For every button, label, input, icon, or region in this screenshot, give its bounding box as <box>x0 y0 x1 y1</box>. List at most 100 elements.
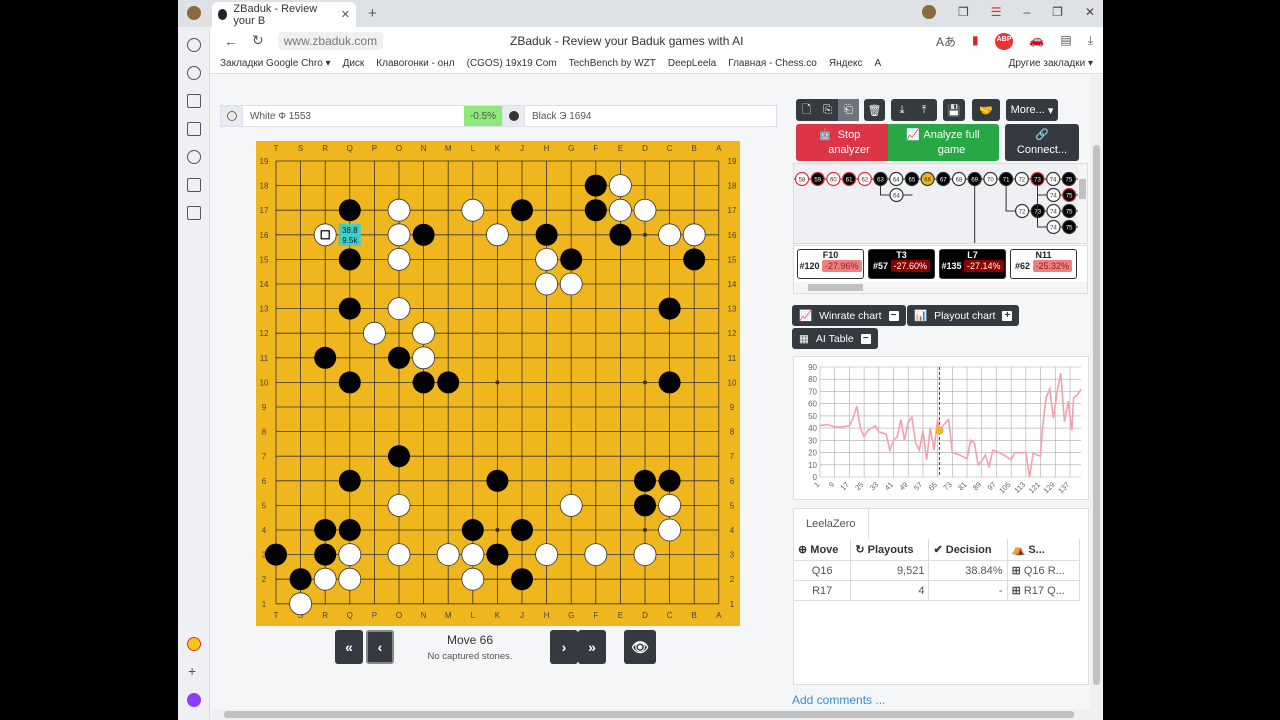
share-button[interactable]: 🤝 <box>972 99 1000 121</box>
download-icon[interactable]: ⤓ <box>1088 33 1093 50</box>
minimize-button[interactable]: – <box>1023 5 1030 19</box>
collections-icon[interactable]: ❐ <box>958 5 969 19</box>
black-player-name[interactable]: Black Э 1694 <box>525 111 776 122</box>
mistake-card[interactable]: T3 #57 -27.60% <box>868 249 935 279</box>
page-hscrollbar[interactable] <box>210 709 1090 720</box>
tab-zbaduk[interactable]: ZBaduk - Review your B ✕ <box>212 2 356 27</box>
tree-node-label: 59 <box>814 178 821 184</box>
last-move-button[interactable]: » <box>578 630 606 664</box>
add-comments-link[interactable]: Add comments ... <box>792 693 885 707</box>
close-tab-icon[interactable]: ✕ <box>341 8 350 21</box>
white-player-name[interactable]: White Ф 1553 <box>243 111 464 122</box>
reader-icon[interactable]: ▤ <box>1060 33 1071 50</box>
black-stone <box>338 248 361 271</box>
white-stone <box>559 493 583 517</box>
row-label: 8 <box>262 428 267 437</box>
profile-avatar[interactable] <box>187 6 201 20</box>
adblock-icon[interactable]: ABP <box>994 33 1014 50</box>
add-icon[interactable]: + <box>188 663 196 679</box>
mistake-loss: -27.96% <box>822 260 862 272</box>
prev-move-button[interactable]: ‹ <box>366 630 394 664</box>
upload-icon[interactable]: ⤒ <box>913 104 935 117</box>
bookmark-item[interactable]: Главная - Chess.co <box>728 58 817 69</box>
save-icon: 💾 <box>947 104 961 117</box>
account-icon[interactable] <box>921 5 936 19</box>
bookmark-item[interactable]: (CGOS) 19x19 Com <box>467 58 557 69</box>
save-button[interactable]: 💾 <box>943 99 965 121</box>
winrate-chart[interactable]: 0 10 20 30 40 50 60 70 80 90 1 9 17 25 33 41 49 57 65 73 81 8… <box>793 356 1089 500</box>
column-label: K <box>495 144 501 153</box>
next-move-button[interactable]: › <box>550 630 578 664</box>
col-decision[interactable]: ✔ Decision <box>928 539 1008 561</box>
play-icon[interactable] <box>187 150 201 164</box>
column-label: N <box>421 144 427 153</box>
mistakes-scrollbar[interactable] <box>794 282 1087 293</box>
col-playouts[interactable]: ↻ Playouts <box>850 539 930 561</box>
tree-node-label: 72 <box>1018 178 1025 184</box>
x-tick-label: 25 <box>853 480 865 492</box>
tab-leelazero[interactable]: LeelaZero <box>794 509 869 539</box>
screenshot-icon[interactable] <box>187 206 201 220</box>
bookmark-item[interactable]: DeepLeela <box>668 58 716 69</box>
row-label: 19 <box>728 157 737 166</box>
page-scrollbar[interactable] <box>1090 75 1103 720</box>
alice-icon[interactable] <box>187 637 201 651</box>
url-field[interactable]: www.zbaduk.com <box>277 31 384 50</box>
tab-bar: ZBaduk - Review your B ✕ + ❐ ☰ – ❐ ✕ <box>178 0 1103 27</box>
white-stone <box>387 543 411 567</box>
restore-button[interactable]: ❐ <box>1052 5 1063 19</box>
delete-button[interactable]: 🗑 <box>864 99 885 121</box>
column-label: L <box>471 611 476 620</box>
bookmark-item[interactable]: Клавогонки - онл <box>376 58 454 69</box>
col-sequence[interactable]: ⛺ S... <box>1007 539 1081 561</box>
connect-button[interactable]: 🔗 Connect... <box>1005 124 1079 161</box>
analyze-full-game-button[interactable]: 📈 Analyze full game <box>888 124 999 161</box>
assistant-icon[interactable] <box>187 693 201 707</box>
eye-toggle-button[interactable]: 👁 <box>624 630 656 664</box>
reload-icon[interactable]: ↻ <box>252 32 264 49</box>
game-tree[interactable]: 64 74 75 72 73 74 75 74 75 58 59 60 61 62 63 64 65 66 67 68… <box>793 163 1088 244</box>
new-tab-button[interactable]: + <box>368 5 377 22</box>
collections-icon[interactable] <box>187 122 201 136</box>
download-icon[interactable]: ⤓ <box>891 104 913 117</box>
star-icon[interactable] <box>187 94 201 108</box>
col-move[interactable]: ⊕ Move <box>794 539 852 561</box>
ai-table-button[interactable]: ▦ AI Table − <box>792 328 878 349</box>
extension-icon[interactable]: 🚗 <box>1029 33 1044 50</box>
more-button[interactable]: More... ▾ <box>1006 99 1058 121</box>
bookmark-item[interactable]: Закладки Google Chro ▾ <box>220 58 331 69</box>
mistake-number: #57 <box>872 261 888 271</box>
winrate-chart-button[interactable]: 📈 Winrate chart − <box>792 305 906 326</box>
table-row[interactable]: Q16 9,521 38.84% ⊞ Q16 R... <box>794 560 1081 581</box>
bookmark-item[interactable]: Яндекс <box>829 58 863 69</box>
mistake-card[interactable]: N11 #62 -25.32% <box>1010 249 1077 279</box>
bookmark-item[interactable]: A <box>875 58 882 69</box>
menu-icon[interactable]: ☰ <box>991 5 1002 19</box>
close-window-button[interactable]: ✕ <box>1085 5 1095 19</box>
new-file-icon[interactable]: 🗋 <box>796 101 817 120</box>
white-stone <box>412 346 436 370</box>
bookmark-icon[interactable]: ▮ <box>972 33 979 50</box>
black-stone <box>560 248 583 271</box>
copy-icon[interactable]: ⎘ <box>817 104 838 117</box>
translate-icon[interactable]: Aあ <box>936 33 956 50</box>
zen-icon[interactable] <box>187 178 201 192</box>
x-tick-label: 57 <box>912 480 924 492</box>
go-board[interactable]: TT19 19SS18 18RR17 17QQ16 16PP15 15OO14 14NN13… <box>256 141 740 626</box>
other-bookmarks[interactable]: Другие закладки ▾ <box>1009 58 1093 69</box>
bell-icon[interactable] <box>187 38 201 52</box>
mistake-card[interactable]: F10 #120 -27.96% <box>797 249 864 279</box>
tree-node-label: 71 <box>1003 178 1010 184</box>
stop-analyzer-button[interactable]: 🤖 Stop analyzer <box>796 124 888 161</box>
black-stone <box>338 519 361 541</box>
playout-chart-button[interactable]: 📊 Playout chart + <box>907 305 1020 326</box>
bookmark-item[interactable]: Диск <box>343 58 365 69</box>
mistake-card[interactable]: L7 #135 -27.14% <box>939 249 1006 279</box>
paste-icon[interactable]: ⎗ <box>838 99 859 121</box>
first-move-button[interactable]: « <box>335 630 363 664</box>
back-icon[interactable]: ← <box>224 33 238 49</box>
tree-scrollbar[interactable] <box>1078 164 1087 243</box>
bookmark-item[interactable]: TechBench by WZT <box>569 58 656 69</box>
history-icon[interactable] <box>187 66 201 80</box>
table-row[interactable]: R17 4- ⊞ R17 Q... <box>794 580 1081 601</box>
